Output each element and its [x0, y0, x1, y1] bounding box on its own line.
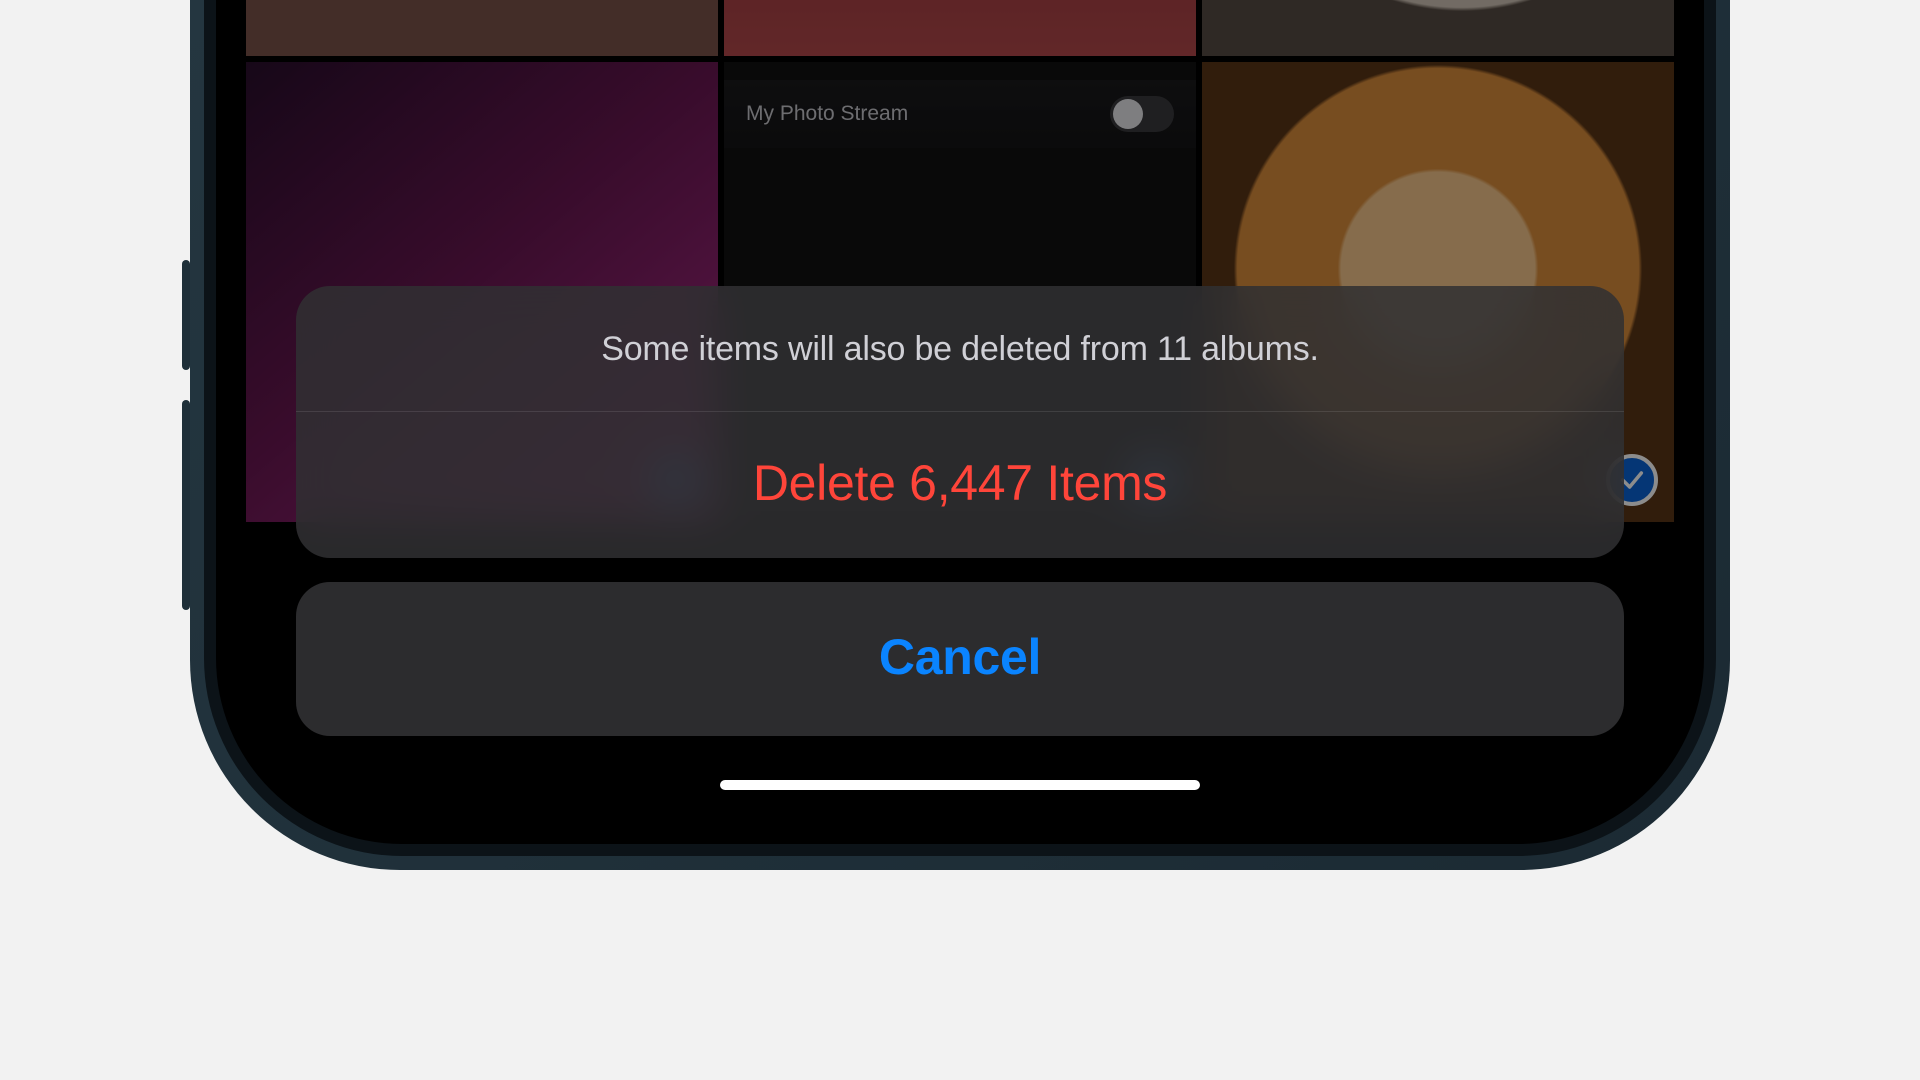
action-sheet: Some items will also be deleted from 11 …	[296, 286, 1624, 736]
action-sheet-message: Some items will also be deleted from 11 …	[296, 286, 1624, 411]
phone-bezel: My Photo Stream	[216, 0, 1704, 844]
home-indicator[interactable]	[720, 780, 1200, 790]
delete-items-button[interactable]: Delete 6,447 Items	[296, 412, 1624, 558]
phone-frame-outer: My Photo Stream	[190, 0, 1730, 870]
action-sheet-card: Some items will also be deleted from 11 …	[296, 286, 1624, 558]
phone-frame-mid: My Photo Stream	[204, 0, 1716, 856]
phone-screen: My Photo Stream	[246, 0, 1674, 814]
stage: My Photo Stream	[0, 0, 1920, 1080]
phone-side-button	[182, 400, 190, 610]
phone-side-button	[182, 260, 190, 370]
cancel-button[interactable]: Cancel	[296, 582, 1624, 736]
